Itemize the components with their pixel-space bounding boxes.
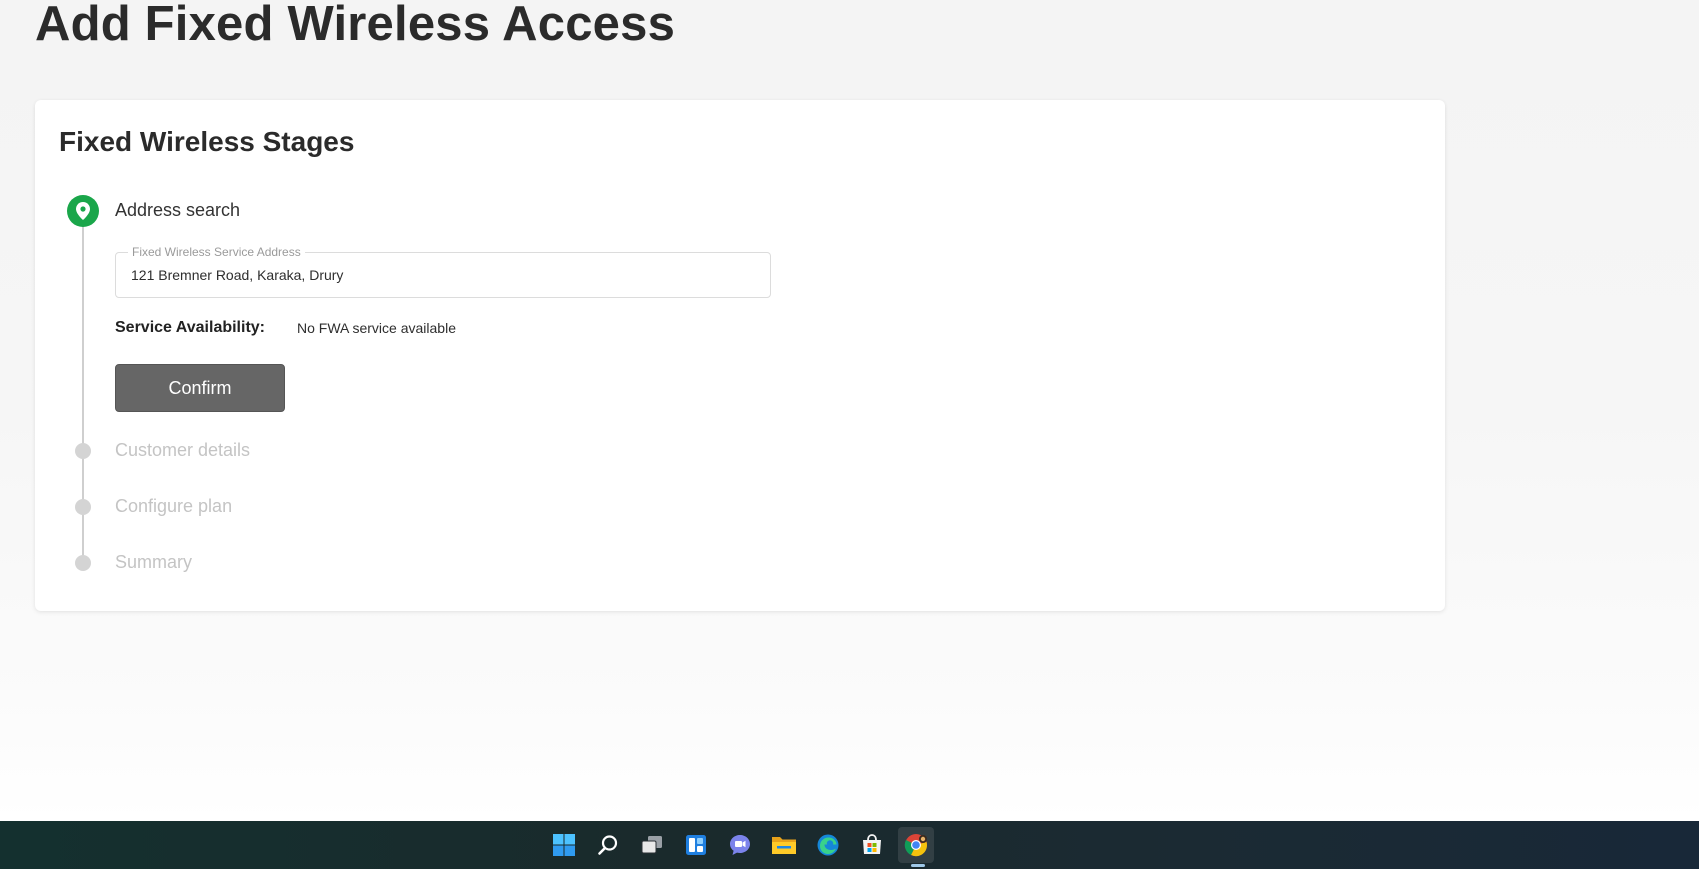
location-pin-icon bbox=[67, 195, 99, 227]
widgets-icon[interactable] bbox=[678, 827, 714, 863]
step-dot-summary bbox=[75, 555, 91, 571]
step-summary[interactable]: Summary bbox=[115, 552, 192, 573]
step-address-search[interactable]: Address search bbox=[115, 200, 240, 221]
address-field-legend: Fixed Wireless Service Address bbox=[128, 245, 305, 259]
task-view-icon[interactable] bbox=[634, 827, 670, 863]
teams-chat-icon[interactable] bbox=[722, 827, 758, 863]
active-app-indicator bbox=[911, 864, 925, 867]
confirm-button[interactable]: Confirm bbox=[115, 364, 285, 412]
search-icon[interactable] bbox=[590, 827, 626, 863]
fixed-wireless-stages-card: Fixed Wireless Stages Address search Fix… bbox=[35, 100, 1445, 611]
microsoft-store-icon[interactable] bbox=[854, 827, 890, 863]
address-field-value[interactable]: 121 Bremner Road, Karaka, Drury bbox=[131, 267, 343, 283]
service-availability-label: Service Availability: bbox=[115, 319, 265, 336]
card-title: Fixed Wireless Stages bbox=[59, 126, 355, 157]
edge-browser-icon[interactable] bbox=[810, 827, 846, 863]
address-field[interactable]: Fixed Wireless Service Address 121 Bremn… bbox=[115, 245, 771, 298]
step-configure-plan[interactable]: Configure plan bbox=[115, 496, 232, 517]
step-customer-details[interactable]: Customer details bbox=[115, 440, 250, 461]
page-title: Add Fixed Wireless Access bbox=[35, 0, 676, 51]
file-explorer-icon[interactable] bbox=[766, 827, 802, 863]
windows-start-icon[interactable] bbox=[546, 827, 582, 863]
step-dot-configure-plan bbox=[75, 499, 91, 515]
step-dot-customer-details bbox=[75, 443, 91, 459]
service-availability-value: No FWA service available bbox=[297, 320, 456, 336]
chrome-browser-icon[interactable] bbox=[898, 827, 934, 863]
windows-taskbar bbox=[0, 821, 1699, 869]
